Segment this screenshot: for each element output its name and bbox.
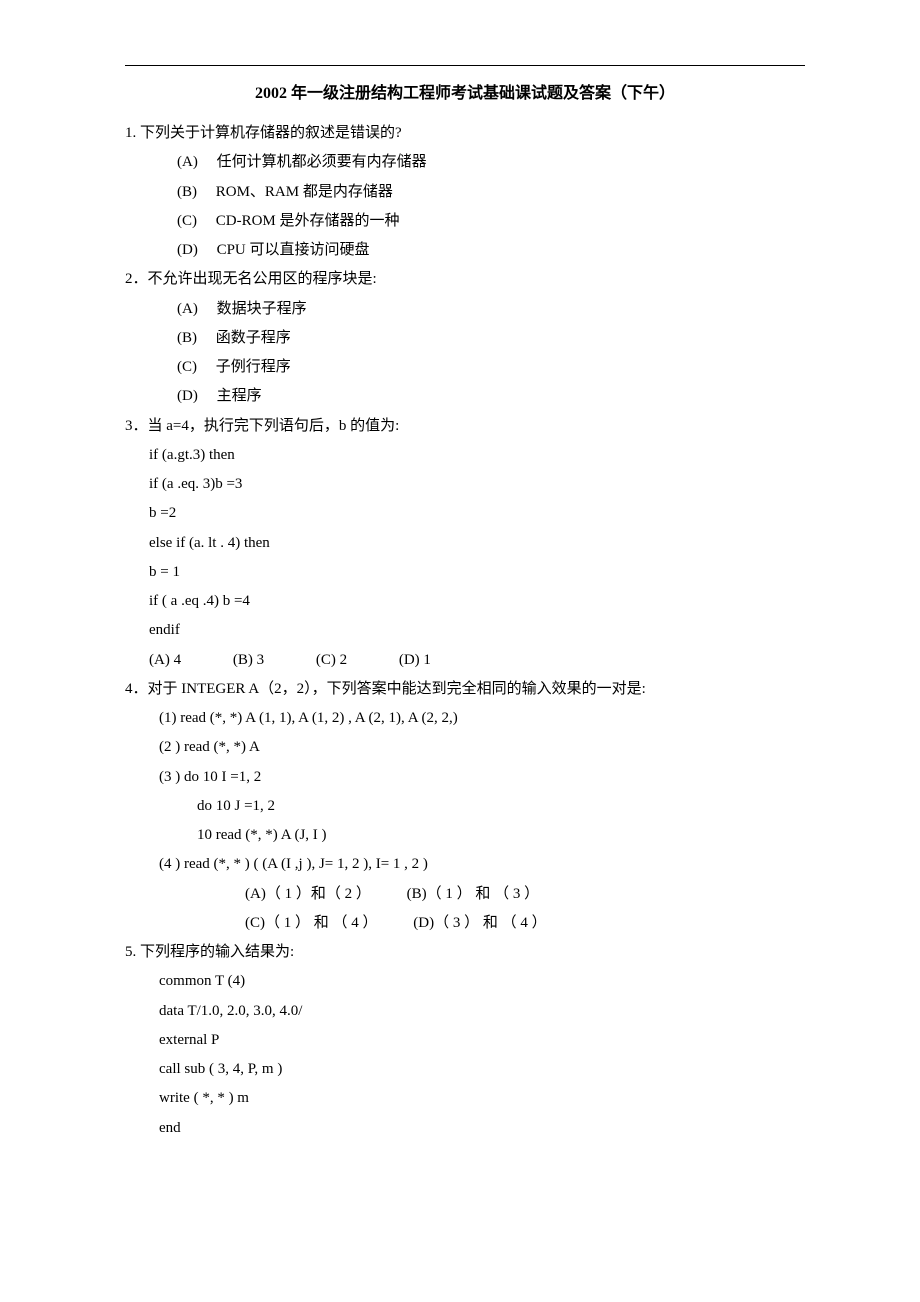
q3-option-b: (B) 3 — [233, 646, 264, 675]
q4-code-line: (1) read (*, *) A (1, 1), A (1, 2) , A (… — [125, 704, 805, 733]
q4-option-a: (A)（ 1 ）和（ 2 ） — [245, 880, 371, 909]
q4-options-row2: (C)（ 1 ） 和 （ 4 ） (D)（ 3 ） 和 （ 4 ） — [125, 909, 805, 938]
question-3-stem: 3．当 a=4，执行完下列语句后，b 的值为: — [125, 412, 805, 441]
q4-option-c: (C)（ 1 ） 和 （ 4 ） — [245, 909, 378, 938]
q3-option-c: (C) 2 — [316, 646, 347, 675]
q5-code-line: common T (4) — [125, 967, 805, 996]
q3-code-line: endif — [125, 616, 805, 645]
question-1-stem: 1. 下列关于计算机存储器的叙述是错误的? — [125, 119, 805, 148]
q3-options: (A) 4 (B) 3 (C) 2 (D) 1 — [125, 646, 805, 675]
q5-code-line: data T/1.0, 2.0, 3.0, 4.0/ — [125, 997, 805, 1026]
q1-option-d: (D) CPU 可以直接访问硬盘 — [125, 236, 805, 265]
q1-option-a: (A) 任何计算机都必须要有内存储器 — [125, 148, 805, 177]
q5-code-line: write ( *, * ) m — [125, 1084, 805, 1113]
q5-code-line: end — [125, 1114, 805, 1143]
q2-option-b: (B) 函数子程序 — [125, 324, 805, 353]
page: 2002 年一级注册结构工程师考试基础课试题及答案（下午） 1. 下列关于计算机… — [0, 0, 920, 1183]
q3-code-line: else if (a. lt . 4) then — [125, 529, 805, 558]
q1-option-c: (C) CD-ROM 是外存储器的一种 — [125, 207, 805, 236]
q3-code-line: if (a .eq. 3)b =3 — [125, 470, 805, 499]
q3-code-line: if (a.gt.3) then — [125, 441, 805, 470]
q4-code-line: (2 ) read (*, *) A — [125, 733, 805, 762]
q4-code-line: do 10 J =1, 2 — [125, 792, 805, 821]
q5-code-line: call sub ( 3, 4, P, m ) — [125, 1055, 805, 1084]
q2-option-d: (D) 主程序 — [125, 382, 805, 411]
question-5-stem: 5. 下列程序的输入结果为: — [125, 938, 805, 967]
q4-option-b: (B)（ 1 ） 和 （ 3 ） — [407, 880, 540, 909]
q2-option-a: (A) 数据块子程序 — [125, 295, 805, 324]
q4-code-line: (3 ) do 10 I =1, 2 — [125, 763, 805, 792]
q5-code-line: external P — [125, 1026, 805, 1055]
q3-option-a: (A) 4 — [149, 646, 181, 675]
q2-option-c: (C) 子例行程序 — [125, 353, 805, 382]
document-title: 2002 年一级注册结构工程师考试基础课试题及答案（下午） — [125, 78, 805, 109]
q4-code-line: 10 read (*, *) A (J, I ) — [125, 821, 805, 850]
q4-options-row1: (A)（ 1 ）和（ 2 ） (B)（ 1 ） 和 （ 3 ） — [125, 880, 805, 909]
question-4-stem: 4．对于 INTEGER A（2，2），下列答案中能达到完全相同的输入效果的一对… — [125, 675, 805, 704]
q4-code-line: (4 ) read (*, * ) ( (A (I ,j ), J= 1, 2 … — [125, 850, 805, 879]
top-rule — [125, 65, 805, 66]
q4-option-d: (D)（ 3 ） 和 （ 4 ） — [413, 909, 546, 938]
question-2-stem: 2．不允许出现无名公用区的程序块是: — [125, 265, 805, 294]
q1-option-b: (B) ROM、RAM 都是内存储器 — [125, 178, 805, 207]
q3-code-line: b = 1 — [125, 558, 805, 587]
q3-option-d: (D) 1 — [399, 646, 431, 675]
q3-code-line: if ( a .eq .4) b =4 — [125, 587, 805, 616]
q3-code-line: b =2 — [125, 499, 805, 528]
